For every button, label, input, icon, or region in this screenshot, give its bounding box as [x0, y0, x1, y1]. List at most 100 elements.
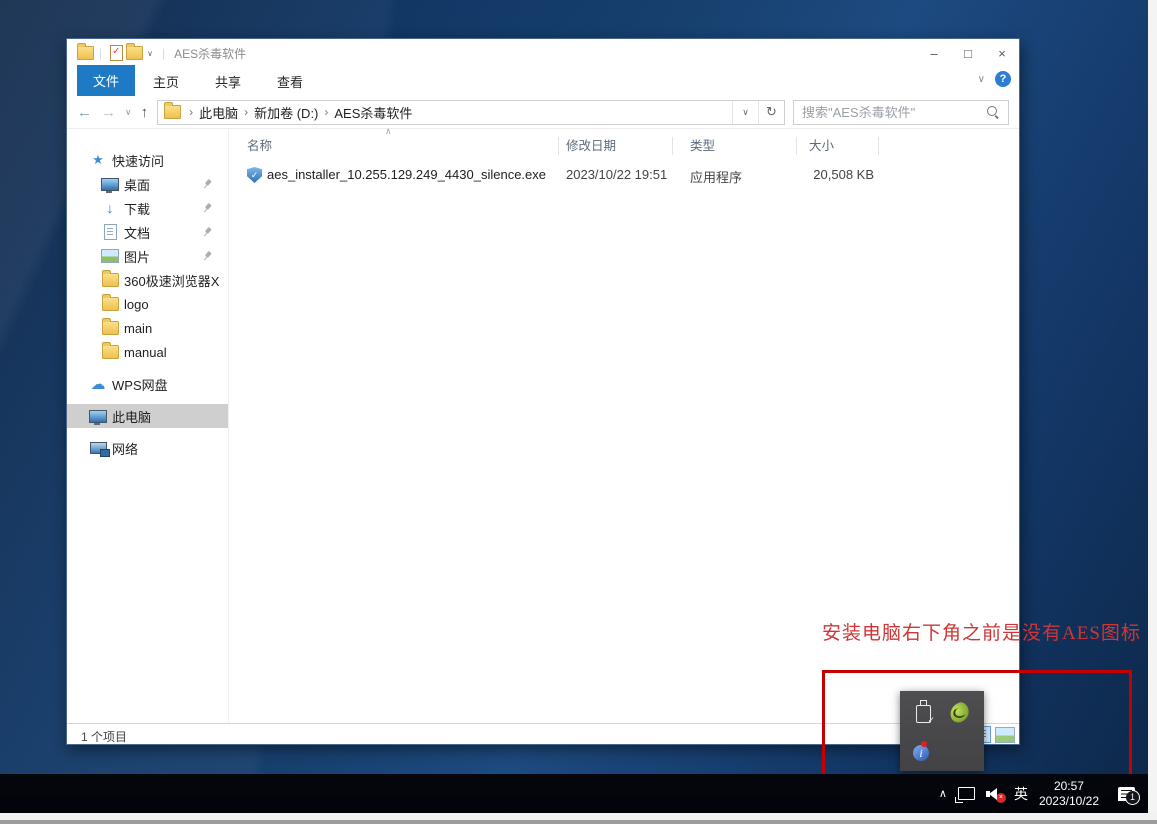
pin-icon — [200, 177, 214, 191]
tab-view[interactable]: 查看 — [259, 67, 321, 96]
address-dropdown-icon[interactable]: ∨ — [732, 100, 758, 124]
file-modified-date: 2023/10/22 19:51 — [566, 167, 668, 182]
sidebar-item-quick-access[interactable]: ★ 快速访问 — [67, 148, 228, 172]
sidebar-item-main[interactable]: main — [67, 316, 228, 340]
folder-icon — [101, 342, 119, 359]
taskbar: ∧ × 英 20:57 2023/10/22 1 — [0, 774, 1148, 813]
tray-overflow-popup: i — [900, 691, 984, 771]
column-header-date[interactable]: 修改日期 — [566, 135, 616, 154]
volume-muted-icon[interactable]: × — [985, 787, 1006, 803]
usb-eject-icon[interactable] — [916, 700, 935, 726]
help-icon[interactable]: ? — [995, 71, 1011, 87]
forward-button[interactable]: → — [101, 104, 116, 121]
sidebar-item-wps-cloud[interactable]: ☁ WPS网盘 — [67, 372, 228, 396]
properties-icon[interactable] — [110, 45, 124, 61]
screenshot-bottom-edge — [0, 820, 1157, 824]
desktop-icon — [101, 177, 119, 193]
documents-icon — [101, 224, 119, 240]
title-bar[interactable]: | ∨ | AES杀毒软件 – □ × — [67, 39, 1019, 67]
sidebar-item-this-pc[interactable]: 此电脑 — [67, 404, 228, 428]
sidebar-item-downloads[interactable]: ↓ 下载 — [67, 196, 228, 220]
navigation-pane: ★ 快速访问 桌面 ↓ 下载 文档 图片 360极速浏览器X logo main… — [67, 128, 229, 724]
info-alert-dot — [921, 741, 927, 747]
sidebar-item-manual[interactable]: manual — [67, 340, 228, 364]
search-input[interactable] — [794, 104, 982, 120]
close-button[interactable]: × — [985, 39, 1019, 67]
sidebar-item-logo[interactable]: logo — [67, 292, 228, 316]
file-row-installer[interactable]: ✓ aes_installer_10.255.129.249_4430_sile… — [233, 163, 893, 187]
crumb-separator-icon: › — [244, 105, 249, 119]
screenshot-right-margin — [1148, 0, 1157, 813]
address-bar-row: ← → ∨ ↑ › 此电脑 › 新加卷 (D:) › AES杀毒软件 ∨ ↻ — [67, 96, 1019, 129]
tab-share[interactable]: 共享 — [197, 67, 259, 96]
window-folder-icon — [77, 43, 94, 60]
refresh-icon[interactable]: ↻ — [758, 100, 784, 124]
sidebar-item-network[interactable]: 网络 — [67, 436, 228, 460]
column-divider[interactable] — [796, 137, 797, 155]
clock[interactable]: 20:57 2023/10/22 — [1039, 779, 1099, 809]
column-header-name[interactable]: 名称 — [247, 135, 272, 154]
mute-badge-icon: × — [995, 792, 1006, 803]
action-center-icon[interactable]: 1 — [1118, 786, 1140, 805]
crumb-separator-icon: › — [189, 105, 194, 119]
quick-access-star-icon: ★ — [92, 152, 104, 167]
notification-badge: 1 — [1125, 789, 1140, 805]
breadcrumb-this-pc[interactable]: 此电脑 — [195, 103, 242, 122]
info-tray-icon[interactable]: i — [913, 745, 929, 761]
pin-icon — [200, 201, 214, 215]
breadcrumb[interactable]: › 此电脑 › 新加卷 (D:) › AES杀毒软件 ∨ ↻ — [157, 99, 785, 125]
annotation-text: 安装电脑右下角之前是没有AES图标 — [822, 623, 1141, 644]
network-icon — [89, 442, 110, 457]
sidebar-item-desktop[interactable]: 桌面 — [67, 172, 228, 196]
column-divider[interactable] — [672, 137, 673, 155]
search-icon[interactable] — [986, 105, 1000, 119]
tray-expand-icon[interactable]: ∧ — [939, 787, 947, 800]
pin-icon — [200, 225, 214, 239]
up-button[interactable]: ↑ — [141, 104, 149, 121]
location-folder-icon — [164, 102, 182, 119]
ribbon-collapse-icon[interactable]: ∨ — [978, 74, 985, 85]
installer-shield-icon: ✓ — [247, 167, 262, 183]
file-name: aes_installer_10.255.129.249_4430_silenc… — [267, 167, 546, 182]
clock-time: 20:57 — [1053, 778, 1084, 793]
separator: | — [161, 46, 166, 60]
file-size: 20,508 KB — [813, 167, 874, 182]
breadcrumb-drive-d[interactable]: 新加卷 (D:) — [250, 103, 322, 122]
breadcrumb-current-folder[interactable]: AES杀毒软件 — [330, 103, 416, 122]
screenshot-bottom-margin — [0, 813, 1157, 820]
pin-icon — [200, 249, 214, 263]
sidebar-item-pictures[interactable]: 图片 — [67, 244, 228, 268]
new-folder-icon[interactable] — [126, 43, 144, 60]
maximize-button[interactable]: □ — [951, 39, 985, 67]
ribbon-tab-bar: 文件 主页 共享 查看 — [67, 65, 1019, 96]
downloads-icon: ↓ — [106, 200, 114, 216]
sidebar-item-documents[interactable]: 文档 — [67, 220, 228, 244]
tab-home[interactable]: 主页 — [135, 67, 197, 96]
crumb-separator-icon: › — [324, 105, 329, 119]
back-button[interactable]: ← — [77, 104, 92, 121]
column-divider[interactable] — [878, 137, 879, 155]
window-title: AES杀毒软件 — [174, 46, 247, 61]
recent-locations-icon[interactable]: ∨ — [125, 107, 132, 118]
sidebar-item-360-downloads[interactable]: 360极速浏览器X下载 — [67, 268, 228, 292]
network-status-icon[interactable] — [954, 787, 975, 803]
folder-icon — [101, 270, 119, 287]
green-tray-icon[interactable] — [947, 700, 972, 725]
wps-cloud-icon: ☁ — [90, 376, 106, 393]
search-box[interactable] — [793, 99, 1009, 125]
folder-icon — [101, 294, 119, 311]
minimize-button[interactable]: – — [917, 39, 951, 67]
sort-ascending-icon: ∧ — [385, 126, 392, 136]
tab-file[interactable]: 文件 — [77, 65, 136, 96]
file-type: 应用程序 — [690, 170, 743, 185]
ime-indicator[interactable]: 英 — [1014, 784, 1028, 804]
pictures-icon — [101, 249, 119, 263]
screen: | ∨ | AES杀毒软件 – □ × 文件 主页 共享 查看 ∨ ? ← → — [0, 0, 1157, 824]
separator: | — [99, 46, 103, 60]
folder-icon — [101, 318, 119, 335]
column-header-size[interactable]: 大小 — [809, 135, 834, 154]
system-tray: ∧ × 英 20:57 2023/10/22 1 — [939, 774, 1140, 813]
column-divider[interactable] — [558, 137, 559, 155]
qat-dropdown-icon[interactable]: ∨ — [147, 49, 153, 58]
column-header-type[interactable]: 类型 — [690, 135, 715, 154]
